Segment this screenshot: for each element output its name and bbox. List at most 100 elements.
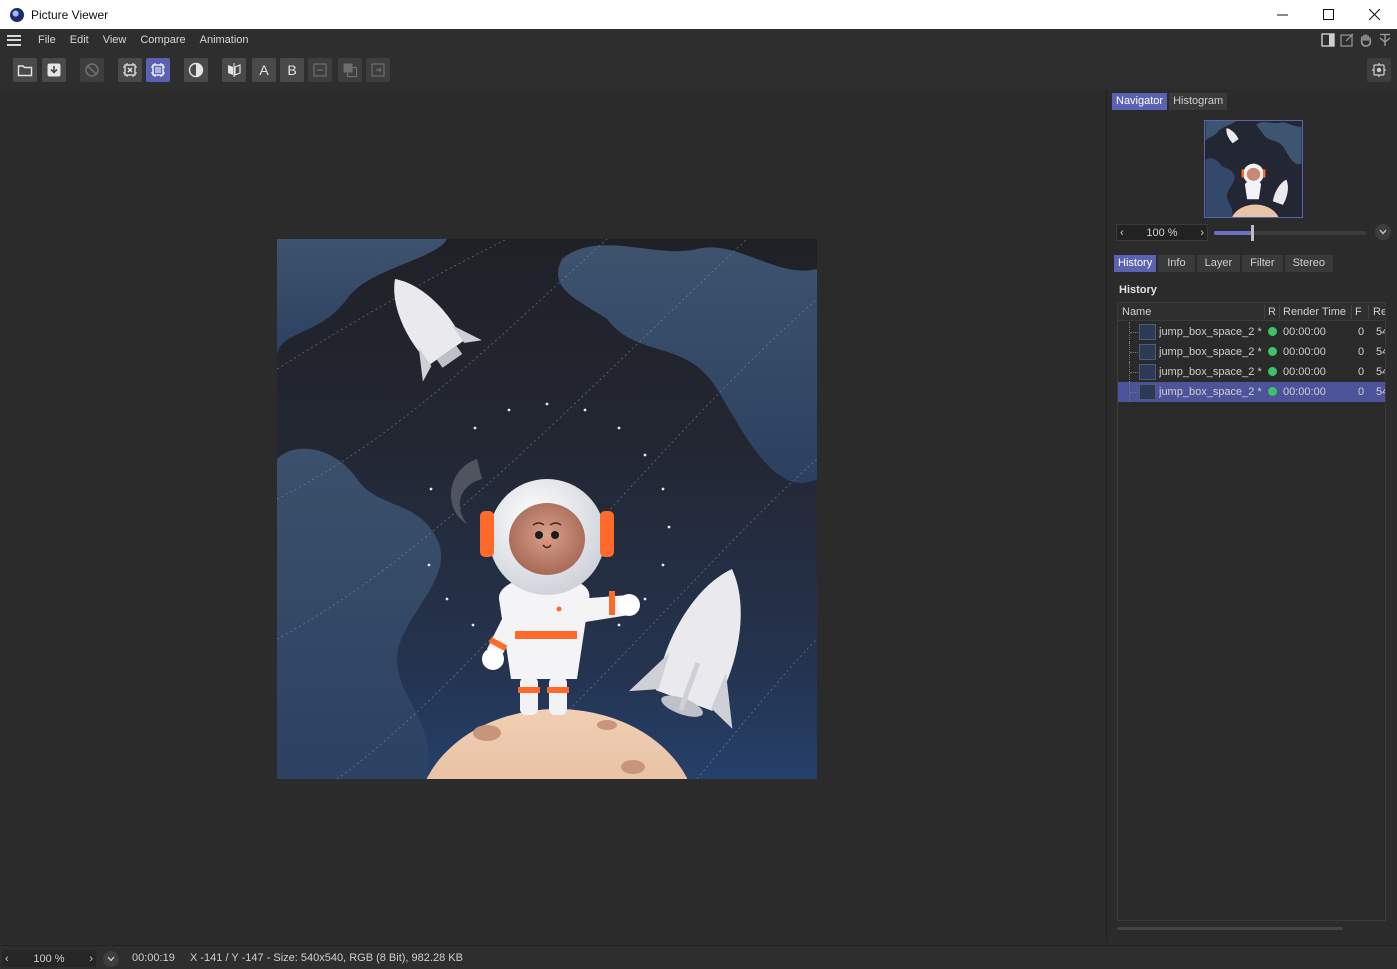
status-zoom-field[interactable]: ‹ 100 % ›	[2, 950, 96, 967]
panel-toggle-icon[interactable]	[1320, 32, 1336, 48]
navigator-tabs: Navigator Histogram	[1112, 93, 1228, 110]
maximize-icon	[1322, 9, 1334, 20]
menu-file[interactable]: File	[31, 29, 63, 51]
maximize-button[interactable]	[1305, 0, 1351, 29]
status-zoom-value: 100 %	[33, 952, 65, 965]
history-row[interactable]: jump_box_space_2 * 00:00:00 0 54	[1118, 342, 1385, 362]
minimize-icon	[1276, 14, 1288, 16]
hamburger-menu-icon[interactable]	[7, 34, 21, 46]
render-thumbnail-icon	[1139, 364, 1156, 380]
minimize-button[interactable]	[1259, 0, 1305, 29]
zoom-slider-handle[interactable]	[1251, 225, 1254, 241]
menu-edit[interactable]: Edit	[63, 29, 96, 51]
close-button[interactable]	[1351, 0, 1397, 29]
render-time-readout: 00:00:19	[132, 952, 175, 964]
swap-ab-button[interactable]	[308, 58, 332, 82]
stop-render-button[interactable]	[80, 58, 104, 82]
window-title: Picture Viewer	[31, 7, 109, 22]
column-r[interactable]: R	[1268, 303, 1276, 321]
pin-icon[interactable]	[1377, 32, 1393, 48]
menu-bar: File Edit View Compare Animation	[0, 29, 1397, 51]
render-image[interactable]	[277, 239, 817, 779]
column-re[interactable]: Re	[1373, 303, 1385, 321]
history-row-selected[interactable]: jump_box_space_2 * 00:00:00 0 54	[1118, 382, 1385, 402]
astronaut-render-illustration	[277, 239, 817, 779]
zoom-dropdown-button[interactable]	[1375, 224, 1391, 240]
tab-navigator[interactable]: Navigator	[1112, 93, 1168, 110]
chevron-down-icon	[107, 956, 115, 962]
zoom-slider[interactable]	[1214, 225, 1366, 241]
tab-stereo[interactable]: Stereo	[1284, 255, 1333, 272]
open-file-button[interactable]	[13, 58, 37, 82]
set-b-button[interactable]: B	[280, 58, 304, 82]
image-info-readout: X -141 / Y -147 - Size: 540x540, RGB (8 …	[190, 952, 463, 964]
save-button[interactable]	[42, 58, 66, 82]
render-region-button[interactable]	[118, 58, 142, 82]
render-thumbnail-icon	[1139, 324, 1156, 340]
navigator-zoom-value: 100 %	[1146, 226, 1178, 239]
history-row[interactable]: jump_box_space_2 * 00:00:00 0 54	[1118, 362, 1385, 382]
contrast-button[interactable]	[184, 58, 208, 82]
menu-compare[interactable]: Compare	[133, 29, 192, 51]
history-list[interactable]: Name R Render Time F Re jump_box_space_2…	[1117, 302, 1386, 921]
render-status-dot	[1268, 367, 1277, 376]
swap-ab-icon	[313, 63, 327, 77]
set-a-button[interactable]: A	[252, 58, 276, 82]
render-active-icon	[151, 63, 165, 77]
cinema4d-icon	[10, 7, 24, 22]
status-zoom-dropdown-button[interactable]	[103, 951, 119, 967]
column-render-time[interactable]: Render Time	[1283, 303, 1346, 321]
history-tabs: History Info Layer Filter Stereo	[1114, 255, 1333, 272]
tab-histogram[interactable]: Histogram	[1169, 93, 1228, 110]
menu-view[interactable]: View	[96, 29, 134, 51]
layer-overlay-icon	[343, 63, 358, 78]
history-row[interactable]: jump_box_space_2 * 00:00:00 0 54	[1118, 322, 1385, 342]
render-thumbnail-icon	[1139, 344, 1156, 360]
render-settings-button[interactable]	[1367, 58, 1391, 82]
image-viewport[interactable]	[1, 89, 1105, 943]
title-bar: Picture Viewer	[0, 0, 1397, 29]
render-active-button[interactable]	[146, 58, 170, 82]
column-f[interactable]: F	[1355, 303, 1362, 321]
history-section-title: History	[1119, 284, 1157, 296]
tab-layer[interactable]: Layer	[1196, 255, 1241, 272]
history-header: Name R Render Time F Re	[1118, 303, 1385, 321]
navigator-zoom-row: ‹ 100 % ›	[1116, 224, 1391, 241]
zoom-increase-icon[interactable]: ›	[1200, 227, 1204, 239]
render-status-dot	[1268, 327, 1277, 336]
zoom-slider-fill	[1214, 231, 1252, 235]
hand-pan-icon[interactable]	[1358, 32, 1374, 48]
layer-export-button[interactable]	[366, 58, 390, 82]
side-panel: Navigator Histogram ‹ 100 % › History In…	[1106, 89, 1397, 943]
compare-ab-button[interactable]	[222, 58, 246, 82]
render-region-icon	[123, 63, 137, 77]
layer-export-icon	[371, 63, 385, 77]
stop-render-icon	[85, 63, 99, 77]
render-status-dot	[1268, 387, 1277, 396]
status-zoom-increase-icon[interactable]: ›	[89, 953, 93, 965]
compare-ab-icon	[228, 63, 241, 77]
chevron-down-icon	[1379, 229, 1387, 235]
menu-animation[interactable]: Animation	[193, 29, 256, 51]
menu-right-tools	[1320, 32, 1393, 48]
external-window-icon[interactable]	[1339, 32, 1355, 48]
navigator-thumbnail[interactable]	[1204, 120, 1303, 218]
open-file-icon	[17, 65, 33, 77]
render-thumbnail-icon	[1139, 384, 1156, 400]
navigator-zoom-field[interactable]: ‹ 100 % ›	[1116, 224, 1208, 241]
contrast-icon	[188, 62, 204, 78]
toolbar: A B	[0, 51, 1397, 89]
tab-filter[interactable]: Filter	[1242, 255, 1283, 272]
history-horizontal-scrollbar[interactable]	[1117, 927, 1343, 930]
column-name[interactable]: Name	[1122, 303, 1151, 321]
layer-overlay-button[interactable]	[338, 58, 362, 82]
tab-history[interactable]: History	[1114, 255, 1157, 272]
window-controls	[1259, 0, 1397, 29]
render-status-dot	[1268, 347, 1277, 356]
status-bar: ‹ 100 % › 00:00:19 X -141 / Y -147 - Siz…	[0, 945, 1397, 969]
save-download-icon	[47, 63, 61, 77]
close-icon	[1368, 9, 1380, 20]
tab-info[interactable]: Info	[1158, 255, 1195, 272]
navigator-preview-image	[1205, 121, 1302, 217]
render-settings-icon	[1372, 63, 1386, 77]
